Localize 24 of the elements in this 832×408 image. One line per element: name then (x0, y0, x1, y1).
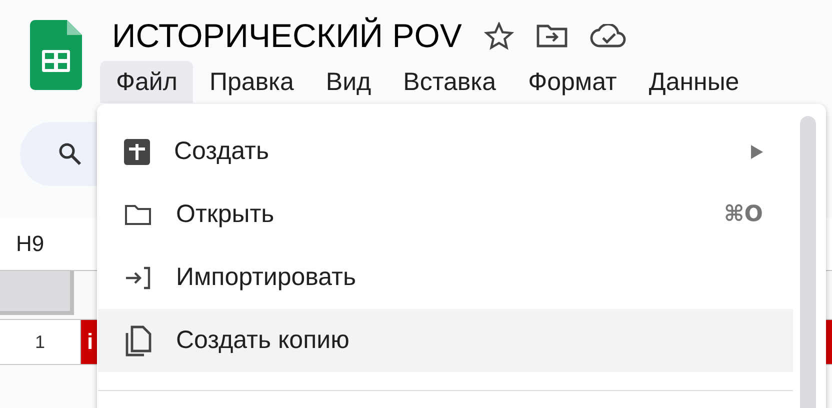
folder-icon (124, 204, 152, 226)
plus-square-icon (124, 138, 150, 164)
menu-tab[interactable]: Формат (512, 61, 633, 103)
search-icon (58, 142, 82, 166)
star-icon[interactable] (484, 22, 514, 50)
menu-item[interactable]: Открыть ⌘O (98, 183, 793, 246)
cloud-check-icon[interactable] (590, 24, 628, 48)
copy-icon (124, 324, 152, 356)
menu-item[interactable]: Импортировать (98, 246, 793, 309)
shortcut-text: ⌘O (724, 202, 763, 227)
name-box[interactable]: H9 (16, 231, 44, 257)
menu-tab[interactable]: Вид (310, 61, 388, 103)
menu-tab[interactable]: Правка (193, 61, 310, 103)
import-icon (124, 266, 152, 290)
menu-tab[interactable]: Данные (632, 61, 756, 103)
menu-item[interactable]: Создать (98, 120, 793, 183)
document-title[interactable]: ИСТОРИЧЕСКИЙ POV (112, 17, 462, 55)
menu-tab[interactable]: Вставка (387, 61, 512, 103)
move-folder-icon[interactable] (536, 24, 568, 48)
menu-item[interactable]: Создать копию (98, 309, 793, 372)
sheets-logo[interactable] (30, 20, 82, 90)
menu-tab[interactable]: Файл (100, 61, 194, 103)
submenu-arrow-icon (751, 144, 763, 158)
scrollbar[interactable] (800, 116, 816, 408)
